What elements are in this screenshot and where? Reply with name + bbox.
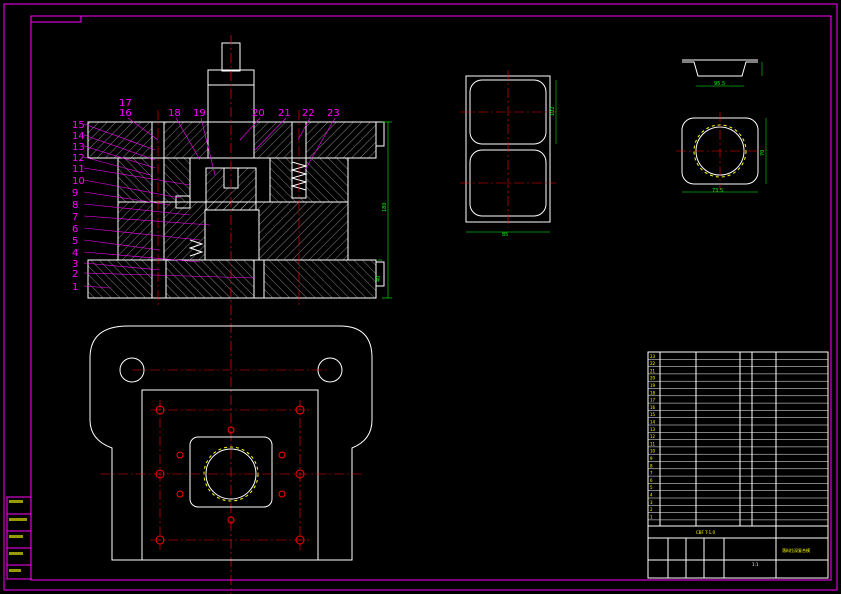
parts-list-table [647,351,829,527]
parts-list-row-number: 2 [650,507,653,512]
parts-list-row-number: 12 [650,434,656,439]
dim-part-height: 70 [760,150,766,156]
part-number: 2 [72,269,78,280]
parts-list-row-number: 16 [650,405,656,410]
blank-layout-view: 102 85 [460,70,557,238]
drawing-title: 落料拉深复合模 [782,547,810,553]
part-plan-view: 70 73.5 [676,112,767,194]
parts-list-row-number: 11 [650,441,656,446]
parts-list-row-number: 3 [650,500,653,505]
part-number: 14 [72,131,85,142]
part-profile-view: 95.5 [682,59,763,87]
corner-box [30,15,82,23]
part-number: 18 [168,108,181,119]
parts-list-row-number: 18 [650,390,656,395]
section-view: 180 40 [87,35,392,594]
part-number: 12 [72,153,85,164]
parts-list-row-number: 22 [650,361,656,366]
parts-list-row-number: 8 [650,463,653,468]
dim-part-width: 73.5 [712,188,723,194]
part-number: 16 [119,108,132,119]
part-number: 1 [72,282,78,293]
parts-list-row-number: 21 [650,368,656,373]
parts-list-row-number: 14 [650,420,656,425]
parts-list-row-number: 1 [650,514,653,519]
title-block: CBF T-1.0 落料拉深复合模 1:1 [647,525,829,579]
parts-list-row-number: 15 [650,412,656,417]
dim-section-height: 180 [382,202,388,212]
part-number: 5 [72,236,78,247]
parts-list-row-number: 5 [650,485,653,490]
part-number: 19 [193,108,206,119]
part-number: 21 [278,108,291,119]
part-number: 8 [72,200,78,211]
parts-list-row-number: 9 [650,456,653,461]
part-number: 22 [302,108,315,119]
left-edge-labels [6,496,32,580]
part-number: 11 [72,164,85,175]
cad-drawing-sheet: 180 40 15 14 13 12 11 10 9 8 7 6 5 4 3 2… [3,3,838,594]
part-number: 4 [72,248,78,259]
dim-base-height: 40 [376,276,382,282]
parts-list-row-number: 23 [650,354,656,359]
part-number: 15 [72,120,85,131]
parts-list-row-number: 19 [650,383,656,388]
parts-list-row-number: 17 [650,398,656,403]
parts-list-row-number: 10 [650,449,656,454]
dim-top-flange: 95.5 [714,81,725,87]
parts-list-row-number: 20 [650,376,656,381]
dim-blank-height: 102 [550,106,556,116]
drawing-number: CBF T-1.0 [696,530,715,535]
parts-list-rows: 2322212019181716151413121110987654321 [648,354,828,521]
parts-list-row-number: 7 [650,471,653,476]
part-number: 9 [72,188,78,199]
dim-blank-width: 85 [502,232,508,238]
part-number: 10 [72,176,85,187]
part-number-labels-left: 15 14 13 12 11 10 9 8 7 6 5 4 3 2 1 [72,120,85,293]
part-number-labels-top: 17 16 18 19 20 21 22 23 [119,98,340,119]
part-number: 20 [252,108,265,119]
drawing-scale: 1:1 [752,562,759,567]
part-number: 7 [72,212,78,223]
parts-list-row-number: 4 [650,493,653,498]
parts-list-row-number: 6 [650,478,653,483]
part-number: 23 [327,108,340,119]
part-number: 13 [72,142,85,153]
parts-list-row-number: 13 [650,427,656,432]
part-number: 6 [72,224,78,235]
